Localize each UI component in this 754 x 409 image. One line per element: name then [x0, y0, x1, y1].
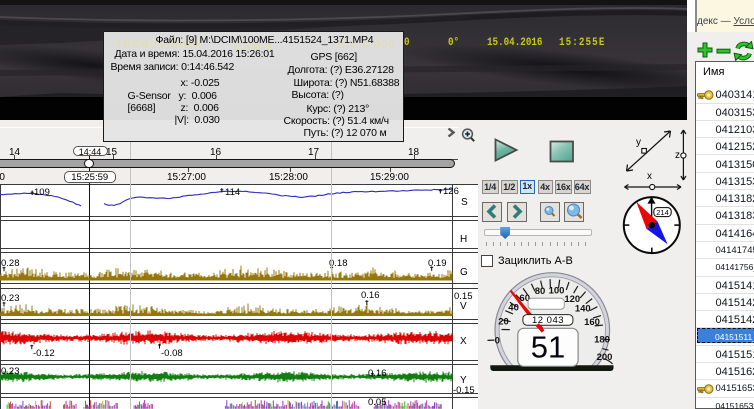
svg-text:200: 200 — [597, 352, 613, 363]
svg-text:y: y — [636, 137, 641, 148]
svg-text:20: 20 — [498, 316, 509, 327]
svg-text:214: 214 — [656, 208, 669, 217]
svg-text:x: x — [647, 171, 652, 182]
svg-text:51: 51 — [531, 330, 565, 365]
svg-text:140: 140 — [575, 303, 591, 314]
svg-text:0: 0 — [495, 335, 500, 346]
svg-text:100: 100 — [549, 286, 565, 297]
svg-text:180: 180 — [594, 335, 610, 346]
svg-text:z: z — [675, 150, 680, 161]
svg-text:12 043: 12 043 — [532, 315, 564, 326]
svg-text:40: 40 — [508, 303, 519, 314]
svg-text:80: 80 — [535, 286, 546, 297]
svg-text:160: 160 — [584, 317, 600, 328]
